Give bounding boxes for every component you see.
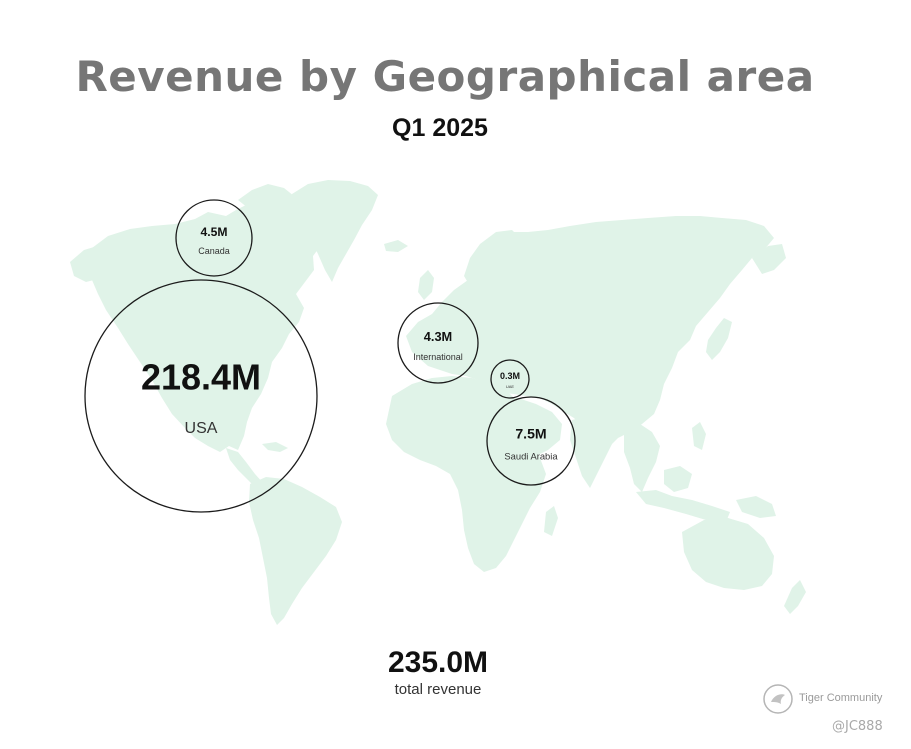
land-borneo (664, 466, 692, 492)
land-new-zealand (784, 580, 806, 614)
watermark-brand: Tiger Community (799, 692, 883, 704)
world-map-land (70, 180, 806, 625)
land-australia (682, 518, 774, 590)
bubble-value-international: 4.3M (424, 329, 452, 344)
bubble-label-uae: UAE (506, 384, 515, 389)
land-great-britain (418, 270, 434, 300)
bubble-value-uae: 0.3M (500, 371, 520, 381)
land-madagascar (544, 506, 558, 536)
land-new-guinea (736, 496, 776, 518)
bubble-label-usa: USA (185, 420, 218, 437)
land-india (570, 416, 616, 488)
bubble-label-canada: Canada (198, 246, 230, 256)
total-revenue-label: total revenue (394, 681, 482, 698)
bubble-label-saudi-arabia: Saudi Arabia (504, 451, 558, 462)
bubble-value-usa: 218.4M (141, 357, 261, 398)
land-south-america (249, 477, 342, 625)
land-philippines (692, 422, 706, 450)
watermark: Tiger Community (762, 683, 902, 715)
watermark-handle: @JC888 (832, 719, 883, 734)
land-indonesia (636, 490, 730, 522)
bubble-label-international: International (413, 352, 463, 362)
land-southeast-asia (624, 424, 660, 492)
bubble-value-saudi-arabia: 7.5M (515, 426, 546, 442)
land-caribbean (262, 442, 288, 452)
land-iceland (384, 240, 408, 252)
world-map: 218.4M USA 7.5M Saudi Arabia 4.5M Canada 4.3M I… (70, 180, 806, 625)
bubble-value-canada: 4.5M (200, 225, 227, 239)
land-japan (706, 318, 732, 360)
total-revenue-value: 235.0M (387, 646, 489, 679)
tiger-community-logo-icon (763, 684, 793, 714)
